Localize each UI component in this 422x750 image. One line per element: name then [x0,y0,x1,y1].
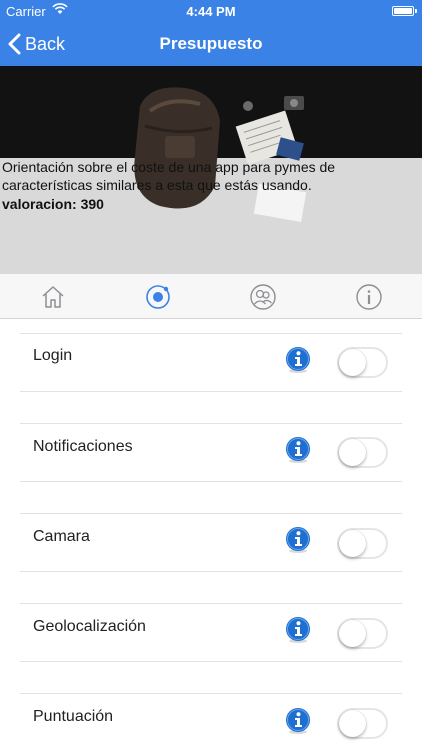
row-divider [20,693,402,694]
battery-icon [392,6,417,16]
hero-banner: Orientación sobre el coste de una app pa… [0,66,422,274]
info-button-icon[interactable] [286,617,310,643]
target-icon [146,285,170,309]
row-divider [20,423,402,424]
info-circle-icon [356,284,382,310]
login-toggle[interactable] [337,347,388,378]
feature-list: Login Notificaciones Camara Geolocalizac… [0,319,422,750]
info-button-icon[interactable] [286,708,310,734]
row-divider [20,661,402,662]
row-divider [20,391,402,392]
row-divider [20,603,402,604]
home-icon [42,286,64,308]
feature-label-rating: Puntuación [33,708,114,725]
page-title: Presupuesto [159,34,263,53]
hero-description: Orientación sobre el coste de una app pa… [2,159,336,193]
feature-label-notifications: Notificaciones [33,438,133,455]
notifications-toggle[interactable] [337,437,388,468]
rating-value: valoracion: 390 [2,196,104,212]
geolocation-toggle[interactable] [337,618,388,649]
camera-toggle[interactable] [337,528,388,559]
contacts-icon [250,284,276,310]
row-divider [20,333,402,334]
rating-toggle[interactable] [337,708,388,739]
info-button-icon[interactable] [286,347,310,373]
feature-label-geolocation: Geolocalización [33,618,146,635]
feature-label-camera: Camara [33,528,90,545]
tab-bar [0,274,422,319]
status-time: 4:44 PM [186,4,236,19]
navigation-bar: Back Presupuesto [0,22,422,66]
feature-label-login: Login [33,347,73,364]
tab-contacts[interactable] [249,283,277,311]
tab-home[interactable] [39,283,67,311]
row-divider [20,481,402,482]
info-button-icon[interactable] [286,437,310,463]
row-divider [20,571,402,572]
tab-budget[interactable] [144,283,172,311]
tab-info[interactable] [355,283,383,311]
info-button-icon[interactable] [286,527,310,553]
status-bar: Carrier 4:44 PM [0,0,422,22]
row-divider [20,513,402,514]
